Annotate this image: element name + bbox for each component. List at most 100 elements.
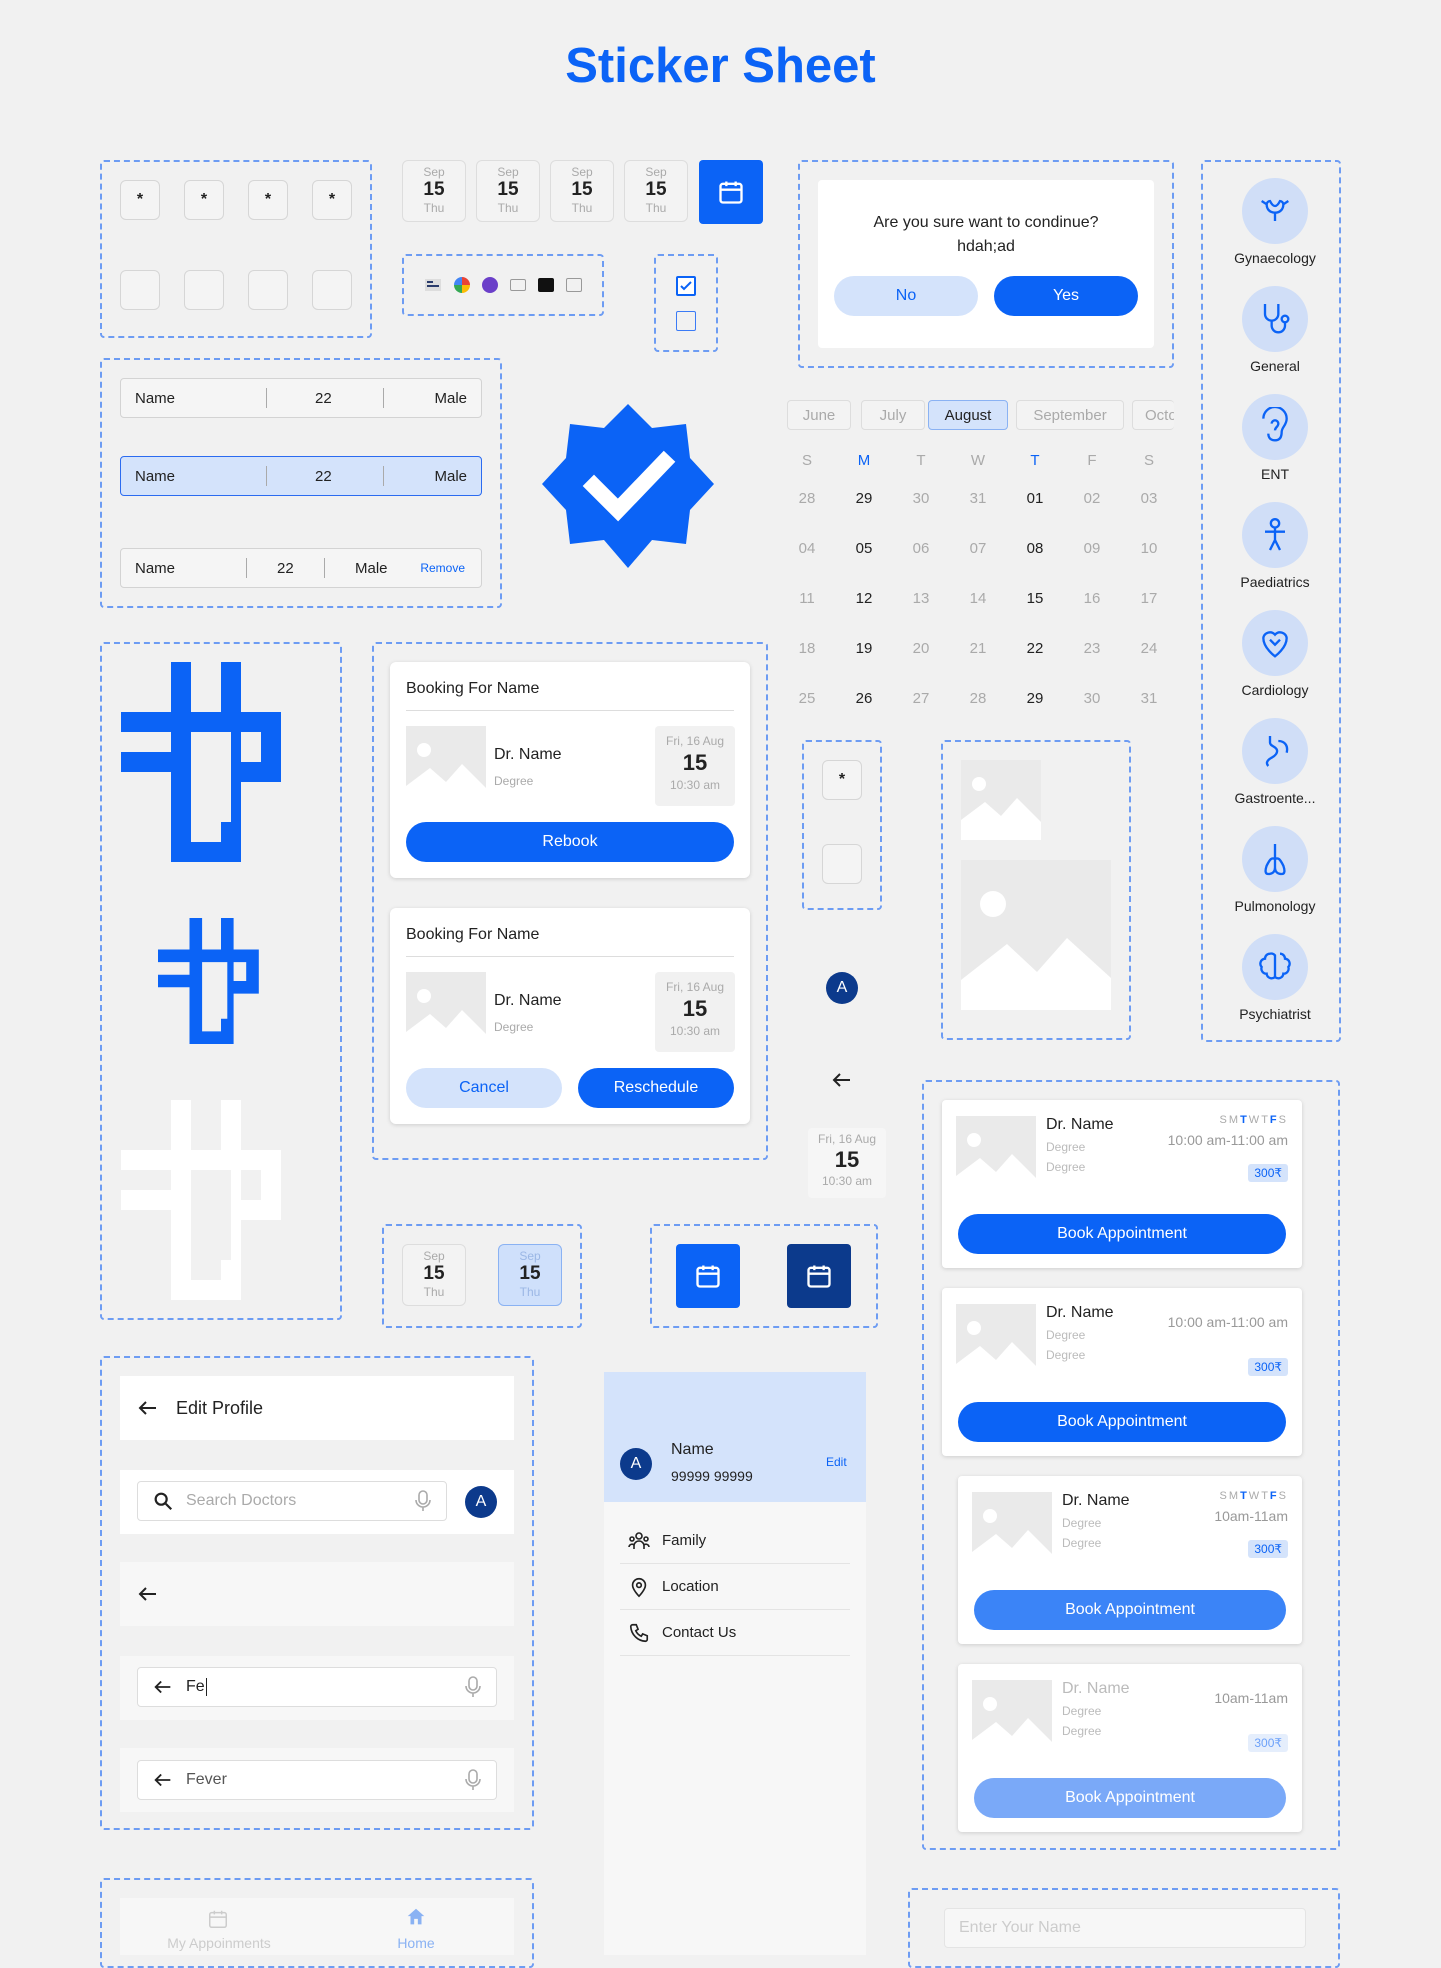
calendar-day[interactable]: 30 — [901, 490, 941, 507]
calendar-day[interactable]: 29 — [844, 490, 884, 507]
menu-item-location[interactable]: Location — [620, 1564, 850, 1610]
calendar-day[interactable]: 20 — [901, 640, 941, 657]
calendar-day[interactable]: 22 — [1015, 640, 1055, 657]
info-row-selected[interactable]: Name 22 Male — [120, 456, 482, 496]
date-chip[interactable]: Sep 15 Thu — [402, 160, 466, 222]
calendar-day[interactable]: 14 — [958, 590, 998, 607]
month-tab[interactable]: Octo — [1132, 400, 1174, 430]
calendar-day[interactable]: 09 — [1072, 540, 1112, 557]
date-chip[interactable]: Sep 15 Thu — [402, 1244, 466, 1306]
yes-button[interactable]: Yes — [994, 276, 1138, 316]
month-tab[interactable]: July — [861, 400, 925, 430]
calendar-day[interactable]: 07 — [958, 540, 998, 557]
calendar-day[interactable]: 31 — [1129, 690, 1169, 707]
date-chip[interactable]: Sep 15 Thu — [624, 160, 688, 222]
nav-appointments[interactable]: My Appoinments — [150, 1935, 288, 1951]
calendar-day[interactable]: 17 — [1129, 590, 1169, 607]
calendar-day[interactable]: 04 — [787, 540, 827, 557]
avatar[interactable]: A — [826, 972, 858, 1004]
menu-item-family[interactable]: Family — [620, 1518, 850, 1564]
speciality-paediatrics[interactable]: Paediatrics — [1220, 502, 1330, 590]
calendar-day[interactable]: 28 — [787, 490, 827, 507]
search-input[interactable]: Search Doctors — [137, 1481, 447, 1521]
nav-home[interactable]: Home — [380, 1935, 452, 1951]
speciality-gastroente[interactable]: Gastroente... — [1220, 718, 1330, 806]
speciality-cardiology[interactable]: Cardiology — [1220, 610, 1330, 698]
calendar-day[interactable]: 12 — [844, 590, 884, 607]
calendar-button[interactable] — [699, 160, 763, 224]
calendar-day[interactable]: 01 — [1015, 490, 1055, 507]
otp-box-filled[interactable]: * — [312, 180, 352, 220]
calendar-button-dark[interactable] — [787, 1244, 851, 1308]
appointment-date: Fri, 16 Aug 15 10:30 am — [655, 726, 735, 806]
back-arrow-icon[interactable] — [136, 1396, 160, 1420]
speciality-pulmonology[interactable]: Pulmonology — [1220, 826, 1330, 914]
reschedule-button[interactable]: Reschedule — [578, 1068, 734, 1108]
otp-box-empty[interactable] — [184, 270, 224, 310]
calendar-day[interactable]: 15 — [1015, 590, 1055, 607]
search-input-filled[interactable]: Fever — [137, 1760, 497, 1800]
calendar-day[interactable]: 26 — [844, 690, 884, 707]
menu-item-contact[interactable]: Contact Us — [620, 1610, 850, 1656]
calendar-day[interactable]: 29 — [1015, 690, 1055, 707]
checkbox-unchecked[interactable] — [676, 311, 696, 331]
calendar-day[interactable]: 11 — [787, 590, 827, 607]
search-input-typing[interactable]: Fe — [137, 1667, 497, 1707]
calendar-day[interactable]: 23 — [1072, 640, 1112, 657]
otp-box-filled[interactable]: * — [184, 180, 224, 220]
month-tab[interactable]: June — [787, 400, 851, 430]
calendar-day[interactable]: 05 — [844, 540, 884, 557]
month-tab-selected[interactable]: August — [928, 400, 1008, 430]
calendar-day[interactable]: 06 — [901, 540, 941, 557]
date-chip-selected[interactable]: Sep 15 Thu — [498, 1244, 562, 1306]
otp-box-empty[interactable] — [822, 844, 862, 884]
back-arrow-icon[interactable] — [830, 1068, 854, 1092]
back-arrow-icon[interactable] — [136, 1582, 160, 1606]
date-chip[interactable]: Sep 15 Thu — [550, 160, 614, 222]
month-tab[interactable]: September — [1016, 400, 1124, 430]
no-button[interactable]: No — [834, 276, 978, 316]
book-appointment-button[interactable]: Book Appointment — [958, 1402, 1286, 1442]
otp-box-empty[interactable] — [120, 270, 160, 310]
book-appointment-button[interactable]: Book Appointment — [974, 1590, 1286, 1630]
book-appointment-button[interactable]: Book Appointment — [974, 1778, 1286, 1818]
rebook-button[interactable]: Rebook — [406, 822, 734, 862]
calendar-day[interactable]: 18 — [787, 640, 827, 657]
date-chip[interactable]: Sep 15 Thu — [476, 160, 540, 222]
calendar-day[interactable]: 30 — [1072, 690, 1112, 707]
calendar-day[interactable]: 28 — [958, 690, 998, 707]
calendar-day[interactable]: 02 — [1072, 490, 1112, 507]
calendar-day[interactable]: 13 — [901, 590, 941, 607]
calendar-day[interactable]: 27 — [901, 690, 941, 707]
speciality-ent[interactable]: ENT — [1220, 394, 1330, 482]
calendar-day[interactable]: 03 — [1129, 490, 1169, 507]
avatar[interactable]: A — [465, 1486, 497, 1518]
otp-box-empty[interactable] — [248, 270, 288, 310]
info-row[interactable]: Name 22 Male — [120, 378, 482, 418]
name-input[interactable]: Enter Your Name — [944, 1908, 1306, 1948]
checkbox-checked[interactable] — [676, 276, 696, 296]
speciality-general[interactable]: General — [1220, 286, 1330, 374]
otp-box-filled[interactable]: * — [120, 180, 160, 220]
speciality-gynaecology[interactable]: Gynaecology — [1220, 178, 1330, 266]
info-row-removable[interactable]: Name 22 Male Remove — [120, 548, 482, 588]
cancel-button[interactable]: Cancel — [406, 1068, 562, 1108]
doctor-image-placeholder — [972, 1680, 1052, 1760]
remove-link[interactable]: Remove — [420, 561, 465, 575]
calendar-day[interactable]: 21 — [958, 640, 998, 657]
calendar-day[interactable]: 16 — [1072, 590, 1112, 607]
otp-box-empty[interactable] — [312, 270, 352, 310]
calendar-day[interactable]: 19 — [844, 640, 884, 657]
calendar-day[interactable]: 08 — [1015, 540, 1055, 557]
otp-box-filled[interactable]: * — [248, 180, 288, 220]
calendar-day[interactable]: 25 — [787, 690, 827, 707]
book-appointment-button[interactable]: Book Appointment — [958, 1214, 1286, 1254]
avatar[interactable]: A — [620, 1448, 652, 1480]
speciality-psychiatrist[interactable]: Psychiatrist — [1220, 934, 1330, 1022]
calendar-day[interactable]: 24 — [1129, 640, 1169, 657]
calendar-button[interactable] — [676, 1244, 740, 1308]
edit-link[interactable]: Edit — [826, 1455, 847, 1469]
otp-box-filled[interactable]: * — [822, 760, 862, 800]
calendar-day[interactable]: 31 — [958, 490, 998, 507]
calendar-day[interactable]: 10 — [1129, 540, 1169, 557]
